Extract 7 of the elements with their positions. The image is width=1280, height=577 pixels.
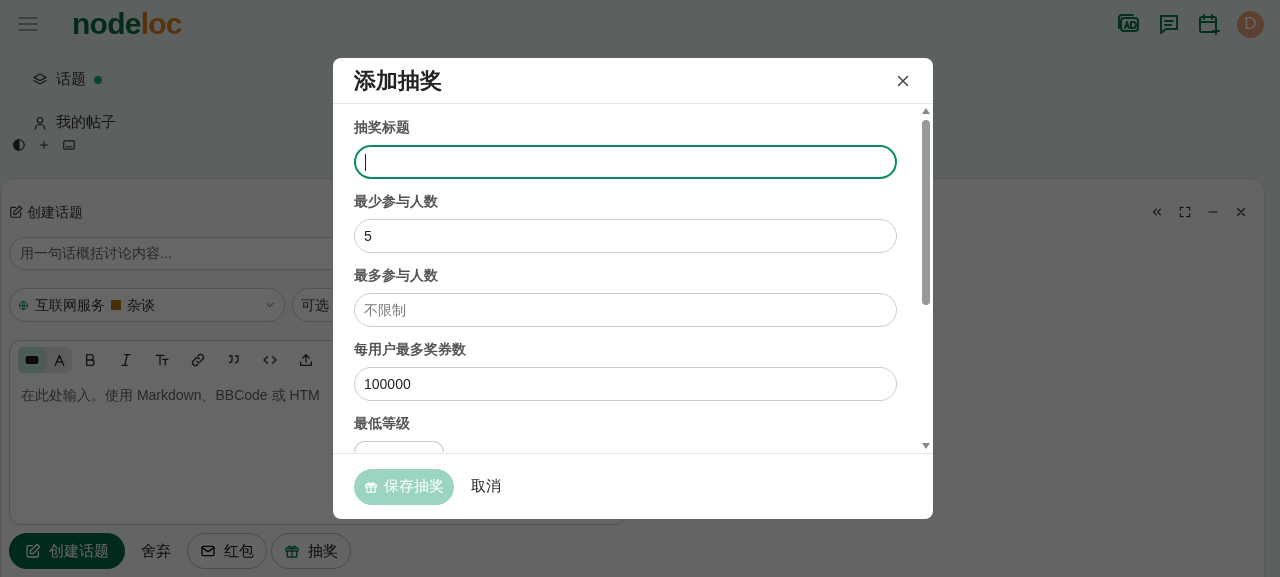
field-label: 最低等级	[354, 414, 411, 433]
editor-placeholder: 在此处输入。使用 Markdown、BBCode 或 HTM	[21, 386, 321, 405]
field-label: 每用户最多奖券数	[354, 340, 467, 359]
composer-title: 创建话题	[9, 201, 83, 223]
field-label: 抽奖标题	[354, 118, 411, 137]
field-label: 最少参与人数	[354, 192, 439, 211]
dialog-title: 添加抽奖	[354, 67, 442, 95]
